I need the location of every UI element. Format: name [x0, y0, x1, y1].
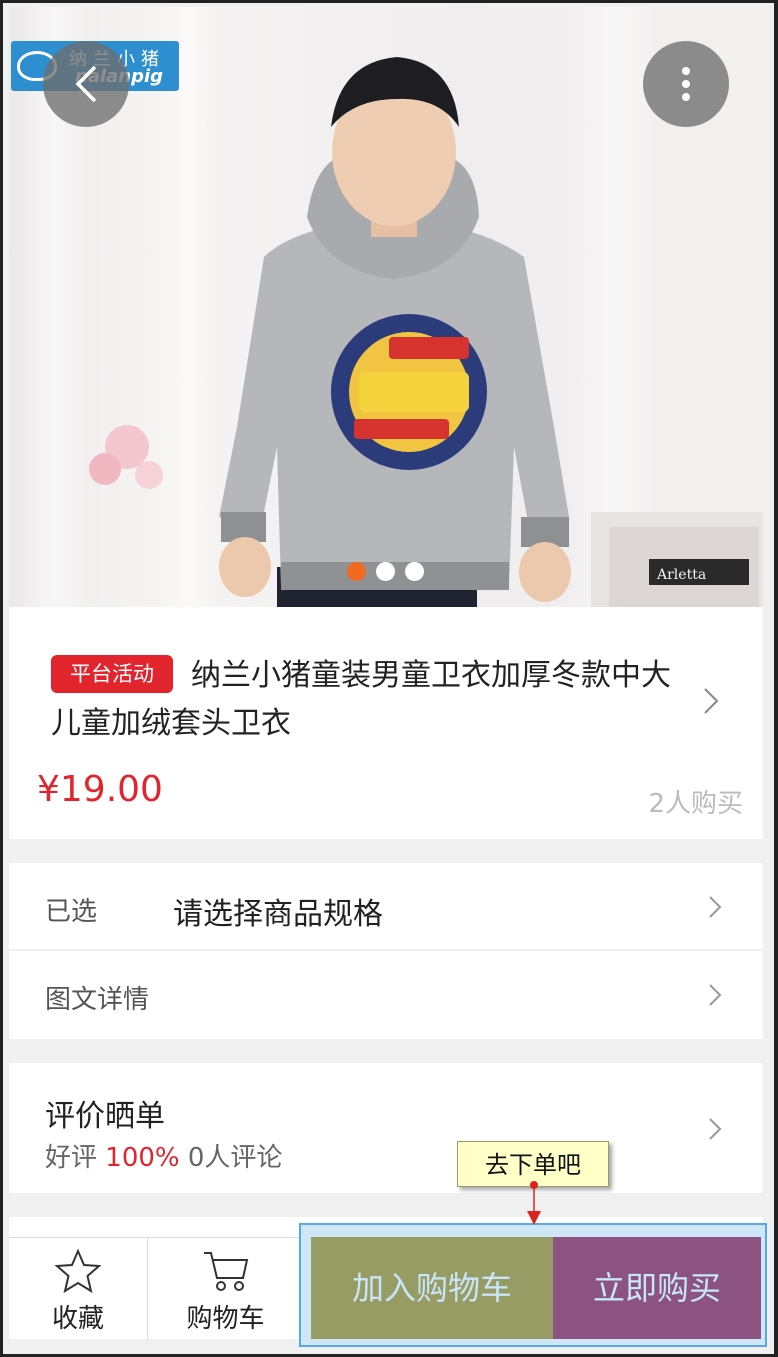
chevron-right-icon — [709, 1118, 722, 1140]
good-review-rate: 100% — [105, 1143, 180, 1173]
chevron-right-icon — [709, 896, 722, 918]
spec-value: 请选择商品规格 — [173, 897, 383, 932]
review-title: 评价晒单 — [45, 1099, 165, 1134]
review-row[interactable]: 评价晒单 好评 100% 0人评论 — [9, 1063, 763, 1193]
annotation-arrow-icon — [527, 1181, 541, 1225]
carousel-dot[interactable] — [405, 562, 424, 581]
add-to-cart-button[interactable]: 加入购物车 — [311, 1237, 553, 1339]
detail-row[interactable]: 图文详情 — [9, 951, 763, 1039]
favorite-button[interactable]: 收藏 — [9, 1238, 147, 1340]
review-count: 0人评论 — [187, 1143, 283, 1173]
product-title: 纳兰小猪童装男童卫衣加厚冬款中大儿童加绒套头卫衣 — [51, 658, 671, 741]
spec-select-row[interactable]: 已选 请选择商品规格 — [9, 863, 763, 949]
chevron-right-icon — [704, 688, 719, 714]
carousel-dot-active[interactable] — [347, 562, 366, 581]
buy-now-button[interactable]: 立即购买 — [553, 1237, 761, 1339]
chevron-right-icon — [709, 984, 722, 1006]
good-review-label: 好评 — [45, 1143, 98, 1173]
cart-button[interactable]: 购物车 — [147, 1238, 303, 1340]
more-options-button[interactable] — [643, 41, 729, 127]
svg-text:Arletta: Arletta — [656, 567, 706, 583]
chevron-left-icon — [75, 65, 97, 103]
cart-label: 购物车 — [186, 1304, 265, 1334]
star-icon — [54, 1248, 102, 1294]
spec-label: 已选 — [45, 897, 98, 927]
product-info-section[interactable]: 平台活动 纳兰小猪童装男童卫衣加厚冬款中大儿童加绒套头卫衣 ¥19.00 2人购… — [9, 607, 763, 839]
shopping-cart-icon — [203, 1252, 248, 1291]
buyer-count: 2人购买 — [648, 789, 743, 819]
more-vertical-icon — [682, 67, 690, 101]
purchase-actions-highlight: 加入购物车 立即购买 — [299, 1223, 767, 1347]
product-price: ¥19.00 — [37, 769, 163, 810]
product-image-carousel[interactable]: Arletta 纳兰小猪 — [9, 7, 763, 607]
app-frame: Arletta 纳兰小猪 — [0, 0, 778, 1357]
carousel-dot[interactable] — [376, 562, 395, 581]
review-stats: 好评 100% 0人评论 — [45, 1137, 282, 1174]
back-button[interactable] — [43, 41, 129, 127]
favorite-label: 收藏 — [51, 1304, 104, 1334]
detail-label: 图文详情 — [45, 985, 150, 1015]
